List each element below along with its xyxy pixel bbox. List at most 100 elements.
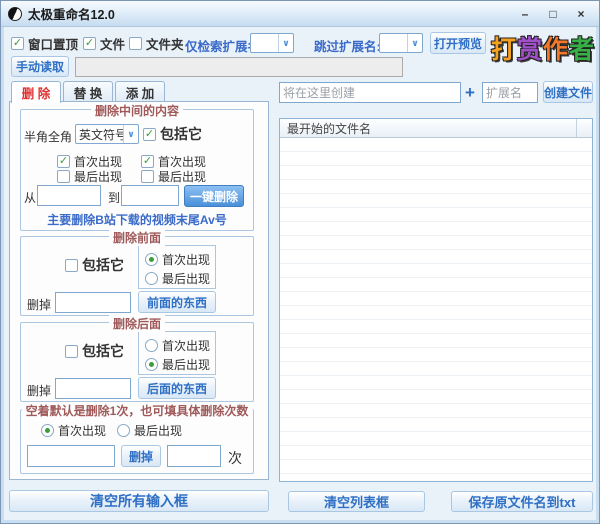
file-checkbox[interactable]: ✓ 文件	[83, 34, 125, 53]
group-delete-front-title: 删除前面	[109, 229, 165, 246]
close-button[interactable]: ×	[573, 7, 589, 21]
left-last-occurrence-checkbox[interactable]: 最后出现	[57, 168, 122, 185]
back-include-label: 包括它	[82, 341, 124, 361]
app-window: 太极重命名12.0 – □ × ✓ 窗口置顶 ✓ 文件 文件夹 仅检索扩展名: …	[0, 0, 600, 524]
tab-replace[interactable]: 替 换	[63, 81, 113, 102]
file-label: 文件	[100, 34, 125, 53]
file-check-icon[interactable]: ✓	[83, 37, 96, 50]
include-it-label: 包括它	[160, 124, 202, 144]
file-list-header[interactable]: 最开始的文件名	[280, 119, 592, 138]
group-delete-count: 空着默认是删除1次，也可填具体删除次数 首次出现 最后出现 删掉 次	[20, 409, 254, 474]
back-include-check-icon[interactable]	[65, 345, 78, 358]
count-text-input[interactable]	[27, 445, 115, 467]
one-key-delete-button[interactable]: 一键删除	[184, 185, 244, 207]
back-last-radio[interactable]: 最后出现	[145, 356, 210, 373]
right-last-occurrence-checkbox[interactable]: 最后出现	[141, 168, 206, 185]
back-things-button[interactable]: 后面的东西	[138, 377, 216, 399]
halfwidth-fullwidth-label: 半角全角	[24, 128, 72, 145]
chevron-down-icon[interactable]: ∨	[278, 34, 293, 52]
minimize-button[interactable]: –	[517, 7, 533, 21]
include-it-checkbox[interactable]: ✓ 包括它	[143, 124, 202, 144]
back-last-label: 最后出现	[162, 356, 210, 373]
front-remove-input[interactable]	[55, 292, 131, 313]
window-title: 太极重命名12.0	[28, 4, 115, 23]
group-delete-back-title: 删除后面	[109, 315, 165, 332]
topmost-label: 窗口置顶	[28, 34, 78, 53]
front-first-label: 首次出现	[162, 251, 210, 268]
window-controls: – □ ×	[517, 7, 589, 21]
front-remove-label: 删掉	[27, 296, 51, 313]
manual-read-button[interactable]: 手动读取	[11, 56, 69, 77]
back-first-radio-icon[interactable]	[145, 339, 158, 352]
back-last-radio-icon[interactable]	[145, 358, 158, 371]
back-include-checkbox[interactable]: 包括它	[65, 341, 124, 361]
to-input[interactable]	[121, 185, 179, 206]
save-original-names-txt-button[interactable]: 保存原文件名到txt	[451, 491, 593, 512]
right-first-check-icon[interactable]: ✓	[141, 155, 154, 168]
symbol-type-combobox[interactable]: 英文符号 ∨	[75, 124, 139, 144]
folder-label: 文件夹	[146, 34, 184, 53]
group-delete-middle-title: 删除中间的内容	[91, 102, 183, 119]
count-first-radio[interactable]: 首次出现	[41, 422, 106, 439]
skip-ext-label: 跳过扩展名:	[314, 36, 381, 55]
back-remove-label: 删掉	[27, 382, 51, 399]
back-remove-input[interactable]	[55, 378, 131, 399]
to-label: 到	[108, 189, 120, 206]
tab-add[interactable]: 添 加	[115, 81, 165, 102]
front-last-radio[interactable]: 最后出现	[145, 270, 210, 287]
chevron-down-icon[interactable]: ∨	[123, 125, 138, 143]
front-include-check-icon[interactable]	[65, 259, 78, 272]
list-header-end-cell	[576, 119, 592, 137]
left-last-check-icon[interactable]	[57, 170, 70, 183]
count-last-radio[interactable]: 最后出现	[117, 422, 182, 439]
symbol-type-value: 英文符号	[76, 126, 123, 143]
logo-char: 者	[569, 30, 595, 66]
from-label: 从	[24, 189, 36, 206]
count-first-radio-icon[interactable]	[41, 424, 54, 437]
front-occurrence-box: 首次出现 最后出现	[138, 245, 216, 289]
open-preview-button[interactable]: 打开预览	[430, 32, 486, 54]
right-last-label: 最后出现	[158, 168, 206, 185]
front-first-radio-icon[interactable]	[145, 253, 158, 266]
count-number-input[interactable]	[167, 445, 221, 467]
tab-delete[interactable]: 删 除	[11, 81, 61, 103]
only-ext-combobox[interactable]: ∨	[250, 33, 294, 53]
skip-ext-combobox[interactable]: ∨	[379, 33, 423, 53]
title-bar: 太极重命名12.0 – □ ×	[1, 1, 599, 27]
extension-input[interactable]	[482, 82, 538, 103]
back-first-radio[interactable]: 首次出现	[145, 337, 210, 354]
back-first-label: 首次出现	[162, 337, 210, 354]
front-last-radio-icon[interactable]	[145, 272, 158, 285]
create-name-input[interactable]	[279, 82, 461, 103]
group-delete-middle: 删除中间的内容 半角全角 英文符号 ∨ ✓ 包括它 ✓ 首次出现 最后出现 ✓ …	[20, 109, 254, 231]
original-filename-column-header[interactable]: 最开始的文件名	[280, 120, 576, 137]
bilibili-note: 主要删除B站下载的视频末尾Av号	[21, 211, 253, 228]
chevron-down-icon[interactable]: ∨	[407, 34, 422, 52]
topmost-check-icon[interactable]: ✓	[11, 37, 24, 50]
front-include-checkbox[interactable]: 包括它	[65, 255, 124, 275]
group-delete-front: 删除前面 包括它 首次出现 最后出现 删掉 前面的东西	[20, 236, 254, 316]
logo-char: 作	[543, 30, 569, 66]
create-file-button[interactable]: 创建文件	[543, 81, 593, 103]
folder-checkbox[interactable]: 文件夹	[129, 34, 184, 53]
delete-tab-panel: 删除中间的内容 半角全角 英文符号 ∨ ✓ 包括它 ✓ 首次出现 最后出现 ✓ …	[9, 101, 269, 480]
count-remove-button[interactable]: 删掉	[121, 445, 161, 467]
front-first-radio[interactable]: 首次出现	[145, 251, 210, 268]
include-it-check-icon[interactable]: ✓	[143, 128, 156, 141]
front-things-button[interactable]: 前面的东西	[138, 291, 216, 313]
clear-all-inputs-button[interactable]: 清空所有输入框	[9, 490, 269, 512]
maximize-button[interactable]: □	[545, 7, 561, 21]
left-first-check-icon[interactable]: ✓	[57, 155, 70, 168]
group-delete-count-title: 空着默认是删除1次，也可填具体删除次数	[22, 402, 253, 419]
right-last-check-icon[interactable]	[141, 170, 154, 183]
folder-check-icon[interactable]	[129, 37, 142, 50]
times-label: 次	[228, 448, 242, 468]
topmost-checkbox[interactable]: ✓ 窗口置顶	[11, 34, 78, 53]
donate-author-logo[interactable]: 打 赏 作 者	[491, 29, 595, 67]
from-input[interactable]	[37, 185, 101, 206]
file-list-body[interactable]	[280, 138, 592, 481]
file-list: 最开始的文件名	[279, 118, 593, 482]
clear-list-button[interactable]: 清空列表框	[288, 491, 425, 512]
count-last-radio-icon[interactable]	[117, 424, 130, 437]
front-last-label: 最后出现	[162, 270, 210, 287]
